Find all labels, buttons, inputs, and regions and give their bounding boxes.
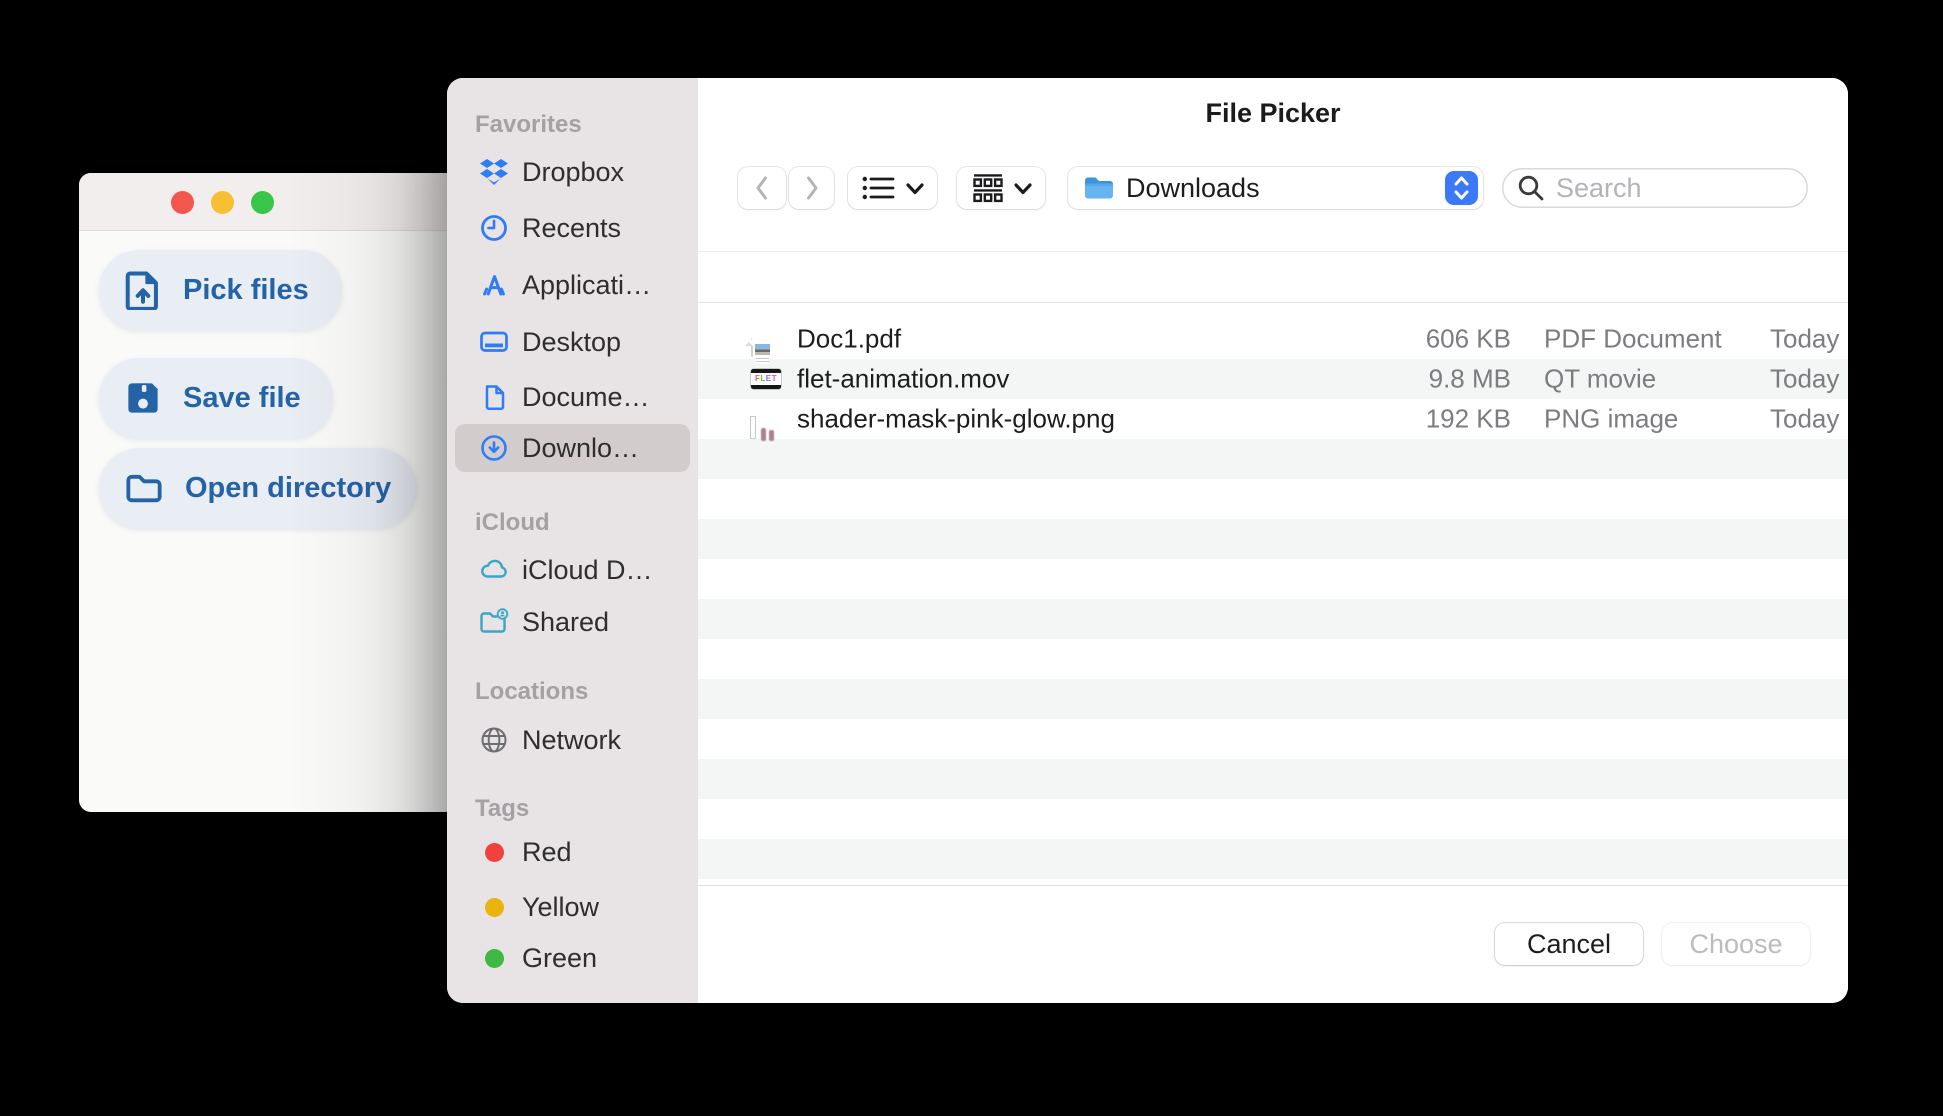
open-directory-button[interactable]: Open directory	[99, 448, 417, 528]
chevron-right-icon	[806, 176, 817, 200]
pdf-file-icon	[745, 338, 770, 364]
maximize-traffic-light[interactable]	[251, 191, 274, 214]
app-window-titlebar[interactable]	[79, 173, 457, 231]
file-picker-dialog: Favorites Dropbox Recents Applications D…	[447, 78, 1848, 1003]
globe-icon	[479, 725, 509, 755]
dropbox-icon	[479, 157, 509, 187]
sidebar-item-applications[interactable]: Applications	[455, 261, 690, 309]
file-list: Doc1.pdf 606 KB PDF Document Today FLET …	[698, 319, 1848, 885]
file-row-doc1-pdf[interactable]: Doc1.pdf 606 KB PDF Document Today	[698, 319, 1848, 364]
search-icon	[1516, 173, 1546, 203]
search-placeholder: Search	[1556, 172, 1642, 203]
file-picker-main: File Picker Downloads Search Doc1.pdf 60…	[698, 78, 1848, 1003]
folder-icon	[125, 471, 163, 505]
dialog-title: File Picker	[1205, 98, 1341, 128]
group-grid-icon	[972, 174, 1003, 203]
sidebar-item-downloads[interactable]: Downloads	[455, 424, 690, 472]
location-label: Downloads	[1126, 172, 1260, 203]
list-header: Name Size Kind Date Added	[698, 251, 1848, 470]
movie-file-icon: FLET	[751, 369, 781, 389]
pick-files-label: Pick files	[183, 273, 309, 306]
minimize-traffic-light[interactable]	[211, 191, 234, 214]
search-input[interactable]: Search	[1502, 168, 1808, 208]
app-window: Pick files Save file Open directory	[79, 173, 457, 812]
group-by-dropdown[interactable]	[957, 167, 1045, 209]
image-file-icon	[750, 416, 774, 441]
clock-icon	[479, 213, 509, 243]
sidebar-item-dropbox[interactable]: Dropbox	[455, 148, 690, 196]
footer-divider	[698, 885, 1848, 886]
sidebar-section-icloud: iCloud	[475, 509, 550, 536]
chevron-down-icon	[1013, 182, 1032, 194]
forward-button[interactable]	[789, 167, 834, 209]
close-traffic-light[interactable]	[171, 191, 194, 214]
download-circle-icon	[479, 433, 509, 463]
green-tag-icon	[479, 943, 509, 973]
sidebar-item-desktop[interactable]: Desktop	[455, 318, 690, 366]
app-store-icon	[479, 270, 509, 300]
sidebar-section-locations: Locations	[475, 678, 589, 705]
blue-folder-icon	[1083, 174, 1115, 202]
choose-button[interactable]: Choose	[1662, 923, 1810, 965]
sidebar-section-favorites: Favorites	[475, 111, 582, 138]
sidebar-item-tag-green[interactable]: Green	[455, 934, 690, 982]
location-popup[interactable]: Downloads	[1068, 167, 1483, 209]
sidebar-item-shared[interactable]: Shared	[455, 598, 690, 646]
sidebar-item-documents[interactable]: Documents	[455, 373, 690, 421]
file-upload-icon	[125, 270, 161, 310]
pick-files-button[interactable]: Pick files	[99, 250, 342, 330]
file-row-flet-animation-mov[interactable]: FLET flet-animation.mov 9.8 MB QT movie …	[698, 359, 1848, 399]
sidebar-item-recents[interactable]: Recents	[455, 204, 690, 252]
popup-stepper-icon[interactable]	[1445, 171, 1478, 205]
document-icon	[479, 382, 509, 412]
chevron-left-icon	[756, 176, 767, 200]
save-file-button[interactable]: Save file	[99, 358, 333, 438]
yellow-tag-icon	[479, 892, 509, 922]
save-file-label: Save file	[183, 381, 301, 414]
view-mode-dropdown[interactable]	[848, 167, 937, 209]
cloud-icon	[479, 555, 509, 585]
chevron-down-icon	[905, 182, 924, 194]
shared-folder-icon	[479, 607, 509, 637]
desktop-icon	[479, 327, 509, 357]
sidebar: Favorites Dropbox Recents Applications D…	[447, 78, 698, 1003]
cancel-button[interactable]: Cancel	[1495, 923, 1643, 965]
sidebar-item-tag-red[interactable]: Red	[455, 828, 690, 876]
back-button[interactable]	[738, 167, 786, 209]
open-directory-label: Open directory	[185, 471, 392, 504]
sidebar-item-icloud-drive[interactable]: iCloud Drive	[455, 546, 690, 594]
sidebar-section-tags: Tags	[475, 795, 530, 822]
list-view-icon	[862, 176, 894, 200]
sidebar-item-network[interactable]: Network	[455, 716, 690, 764]
sidebar-item-tag-yellow[interactable]: Yellow	[455, 883, 690, 931]
file-row-shader-mask-png[interactable]: shader-mask-pink-glow.png 192 KB PNG ima…	[698, 399, 1848, 441]
save-floppy-icon	[125, 379, 161, 417]
red-tag-icon	[479, 837, 509, 867]
